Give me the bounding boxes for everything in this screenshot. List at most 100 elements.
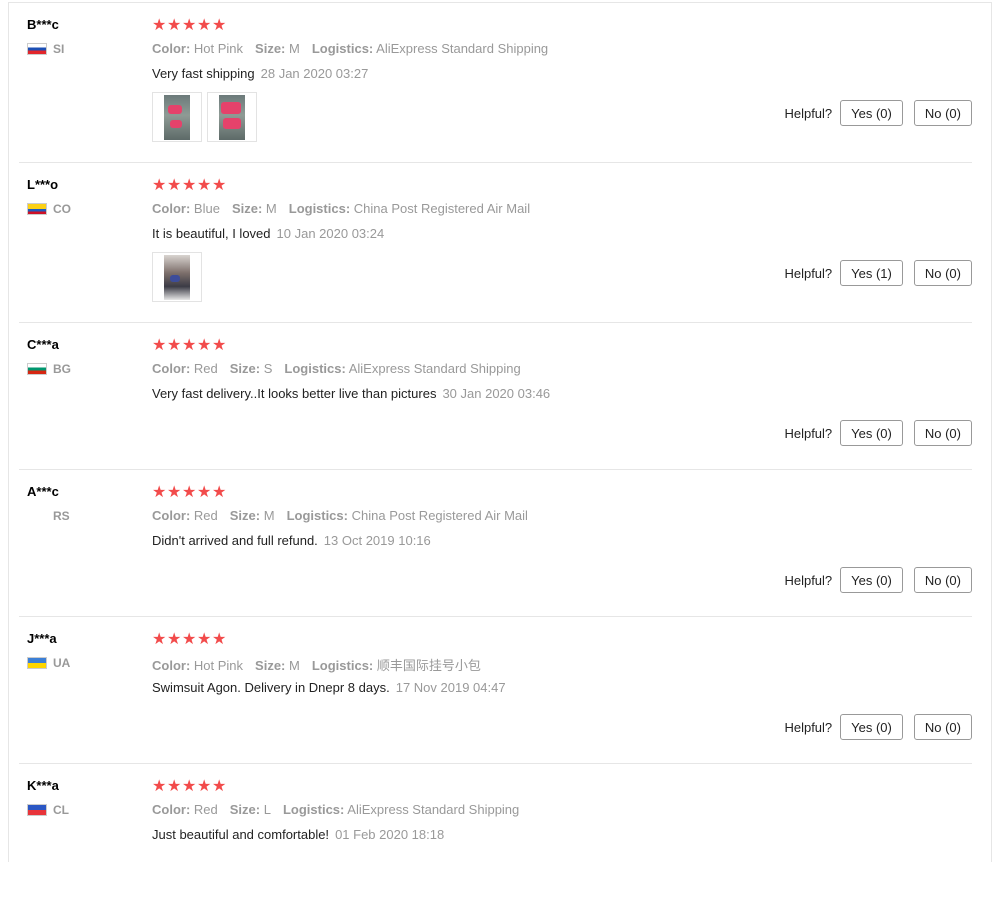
reviewer-country: CO: [27, 202, 71, 216]
star-icon: ★: [182, 484, 197, 501]
star-icon: ★: [167, 484, 182, 501]
helpful-yes-button[interactable]: Yes (1): [840, 260, 903, 286]
bulgaria-flag-icon: [27, 363, 47, 375]
star-icon: ★: [167, 778, 182, 795]
helpful-no-button[interactable]: No (0): [913, 420, 972, 446]
star-icon: ★: [167, 17, 182, 34]
star-icon: ★: [152, 17, 167, 34]
helpful-yes-button[interactable]: Yes (0): [840, 420, 903, 446]
review-date: 13 Oct 2019 10:16: [323, 533, 431, 548]
reviewer-country: RS: [27, 509, 70, 523]
attribute-value: M: [265, 201, 277, 216]
product-attributes: Color: Hot Pink Size: M Logistics: 顺丰国际挂号小…: [152, 655, 481, 674]
ukraine-flag-icon: [27, 657, 47, 669]
star-icon: ★: [182, 631, 197, 648]
attribute-key: Logistics:: [288, 201, 351, 216]
star-icon: ★: [182, 17, 197, 34]
helpful-no-button[interactable]: No (0): [913, 260, 972, 286]
review-photo-thumbnail[interactable]: [152, 92, 202, 142]
review-photos: [152, 252, 202, 302]
attribute-value: Red: [193, 508, 218, 523]
attribute-key: Color:: [152, 41, 191, 56]
star-icon: ★: [152, 337, 167, 354]
review-photo-thumbnail[interactable]: [152, 252, 202, 302]
product-attributes: Color: Red Size: L Logistics: AliExpress S…: [152, 802, 519, 817]
review-date: 17 Nov 2019 04:47: [395, 680, 506, 695]
attribute-value: China Post Registered Air Mail: [353, 201, 531, 216]
attribute-key: Logistics:: [282, 802, 345, 817]
reviewer-country: SI: [27, 42, 64, 56]
attribute-value: Hot Pink: [193, 41, 244, 56]
star-icon: ★: [212, 177, 227, 194]
star-icon: ★: [212, 631, 227, 648]
reviewer-country: BG: [27, 362, 71, 376]
review-photo-thumbnail[interactable]: [207, 92, 257, 142]
attribute-key: Size:: [229, 361, 261, 376]
star-icon: ★: [212, 17, 227, 34]
star-icon: ★: [167, 177, 182, 194]
colombia-flag-icon: [27, 203, 47, 215]
attribute-value: Blue: [193, 201, 220, 216]
review-item: L***o CO ★★★★★ Color: Blue Size: M Logistics:…: [8, 177, 972, 317]
review-text-row: Didn't arrived and full refund. 13 Oct 20…: [152, 533, 431, 548]
country-code: SI: [53, 42, 65, 56]
country-code: BG: [53, 362, 71, 376]
reviewer-name: A***c: [27, 484, 59, 499]
star-icon: ★: [197, 484, 212, 501]
top-divider: [8, 2, 992, 3]
attribute-key: Size:: [229, 802, 261, 817]
country-code: UA: [53, 656, 71, 670]
review-item: K***a CL ★★★★★ Color: Red Size: L Logistics: …: [8, 778, 972, 918]
attribute-value: AliExpress Standard Shipping: [347, 802, 520, 817]
attribute-key: Size:: [255, 41, 286, 56]
review-text: Very fast shipping: [152, 66, 255, 81]
star-rating: ★★★★★: [152, 779, 227, 795]
review-item: J***a UA ★★★★★ Color: Hot Pink Size: M Logist…: [8, 631, 972, 771]
star-rating: ★★★★★: [152, 338, 227, 354]
reviewer-name: K***a: [27, 778, 59, 793]
reviewer-name: C***a: [27, 337, 59, 352]
star-rating: ★★★★★: [152, 178, 227, 194]
star-icon: ★: [212, 778, 227, 795]
star-rating: ★★★★★: [152, 485, 227, 501]
review-date: 01 Feb 2020 18:18: [335, 827, 445, 842]
helpful-label: Helpful?: [784, 265, 833, 281]
helpful-yes-button[interactable]: Yes (0): [840, 567, 903, 593]
star-icon: ★: [152, 484, 167, 501]
helpful-label: Helpful?: [784, 719, 833, 735]
country-code: CL: [53, 803, 69, 817]
review-item: A***c RS ★★★★★ Color: Red Size: M Logistics: …: [8, 484, 972, 624]
star-icon: ★: [167, 337, 182, 354]
star-icon: ★: [167, 631, 182, 648]
helpful-yes-button[interactable]: Yes (0): [840, 714, 903, 740]
attribute-key: Logistics:: [284, 361, 346, 376]
star-rating: ★★★★★: [152, 18, 227, 34]
attribute-key: Color:: [152, 802, 191, 817]
review-date: 30 Jan 2020 03:46: [442, 386, 551, 401]
helpful-yes-button[interactable]: Yes (0): [840, 100, 903, 126]
review-text-row: Just beautiful and comfortable! 01 Feb 20…: [152, 827, 444, 842]
country-code: RS: [53, 509, 70, 523]
review-text: It is beautiful, I loved: [152, 226, 271, 241]
star-icon: ★: [197, 17, 212, 34]
helpful-no-button[interactable]: No (0): [913, 100, 972, 126]
helpful-vote: Helpful? Yes (1) No (0): [784, 260, 972, 286]
helpful-label: Helpful?: [784, 105, 833, 121]
review-text: Just beautiful and comfortable!: [152, 827, 330, 842]
reviewer-name: J***a: [27, 631, 57, 646]
attribute-key: Color:: [152, 201, 191, 216]
star-icon: ★: [152, 631, 167, 648]
attribute-value: M: [289, 41, 300, 56]
attribute-key: Color:: [152, 658, 191, 673]
review-text-row: Very fast delivery..It looks better live…: [152, 386, 550, 401]
star-icon: ★: [197, 177, 212, 194]
review-text: Very fast delivery..It looks better live…: [152, 386, 437, 401]
star-rating: ★★★★★: [152, 632, 227, 648]
attribute-key: Logistics:: [311, 41, 374, 56]
star-icon: ★: [182, 778, 197, 795]
helpful-no-button[interactable]: No (0): [913, 714, 972, 740]
helpful-no-button[interactable]: No (0): [913, 567, 972, 593]
review-divider: [19, 322, 972, 323]
star-icon: ★: [212, 337, 227, 354]
attribute-value: M: [263, 508, 275, 523]
